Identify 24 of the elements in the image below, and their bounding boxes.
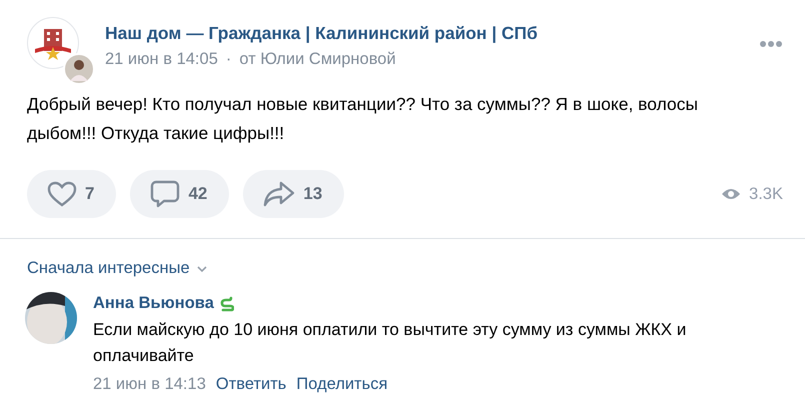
sort-dropdown[interactable]: Сначала интересные [27,259,208,278]
comment-link[interactable]: Ответить [216,375,286,394]
author-avatar[interactable] [63,53,95,85]
post-date: 21 июн в 14:05 [105,50,218,69]
eye-icon [721,187,742,201]
commenter-name[interactable]: Анна Вьюнова [93,294,214,313]
more-icon[interactable] [759,40,783,48]
comment-link[interactable]: Поделиться [296,375,388,394]
share-button[interactable]: 13 [243,170,344,218]
share-arrow-icon [263,181,296,207]
signed-by: от Юлии Смирновой [239,50,396,69]
comment-date: 21 июн в 14:13 [93,375,206,394]
speech-bubble-icon [150,179,180,209]
comment-text: Если майскую до 10 июня оплатили то вычтите эту сумму из суммы ЖКХ и оплачивайте [93,319,688,367]
views-count: 3.3K [749,184,783,204]
comment-button[interactable]: 42 [130,170,230,218]
group-logo[interactable] [27,17,79,69]
commenter-avatar[interactable] [25,292,77,344]
separator: · [226,50,232,69]
like-button[interactable]: 7 [27,170,116,218]
heart-icon [47,181,77,207]
post-text: Добрый вечер! Кто получал новые квитанции?? Что за суммы?? Я в шоке, волосы дыбом!!! Откуда такие цифры!!! [27,93,699,145]
chevron-icon [196,264,208,272]
group-name[interactable]: Наш дом — Гражданка | Калининский район | СПб [105,23,733,44]
